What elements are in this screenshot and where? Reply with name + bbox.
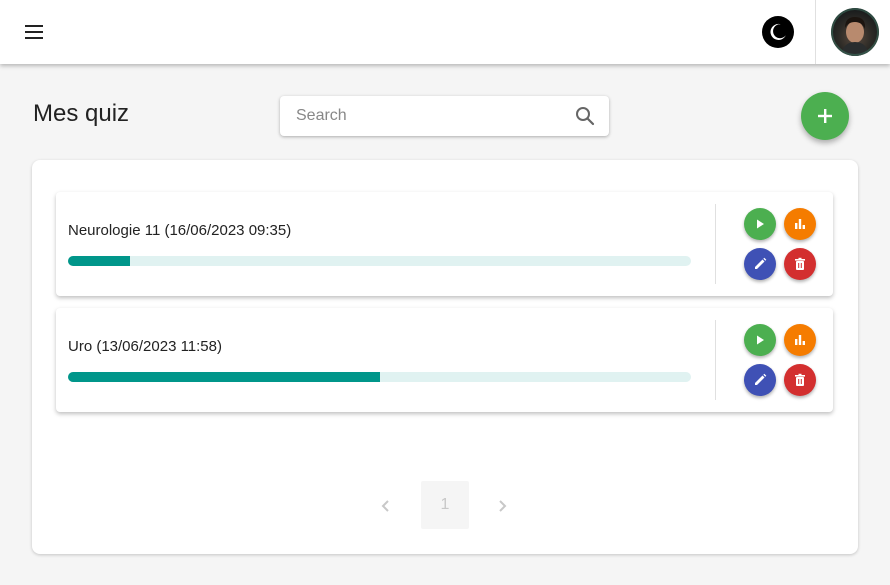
quiz-progress-bar [68,372,691,382]
quiz-title: Uro (13/06/2023 11:58) [68,338,222,355]
edit-button[interactable] [744,248,776,280]
play-icon [757,335,764,345]
bar-chart-icon [795,219,805,229]
pencil-icon [755,257,767,269]
delete-button[interactable] [784,364,816,396]
search-input[interactable] [296,96,566,136]
quiz-list-panel: Neurologie 11 (16/06/2023 09:35) Uro (13… [32,160,858,554]
plus-icon [818,109,832,123]
page-title: Mes quiz [33,100,130,127]
pagination-page-1[interactable]: 1 [421,481,469,529]
quiz-card: Neurologie 11 (16/06/2023 09:35) [56,192,833,296]
pagination-prev-button[interactable] [374,494,398,518]
moon-icon [770,23,786,40]
edit-button[interactable] [744,364,776,396]
top-app-bar [0,0,890,64]
menu-icon [25,25,43,27]
stats-button[interactable] [784,324,816,356]
trash-icon [795,373,805,386]
user-avatar-icon [831,8,879,56]
card-divider [715,204,716,284]
quiz-card: Uro (13/06/2023 11:58) [56,308,833,412]
add-quiz-button[interactable] [801,92,849,140]
bar-chart-icon [795,335,805,345]
stats-button[interactable] [784,208,816,240]
delete-button[interactable] [784,248,816,280]
menu-button[interactable] [22,22,46,42]
avatar[interactable] [831,8,879,56]
trash-icon [795,257,805,270]
quiz-progress-fill [68,372,380,382]
search-box [280,96,609,136]
pencil-icon [755,373,767,385]
chevron-left-icon [381,500,389,512]
topbar-divider [815,0,816,64]
chevron-right-icon [499,500,507,512]
card-divider [715,320,716,400]
play-button[interactable] [744,208,776,240]
quiz-progress-bar [68,256,691,266]
play-button[interactable] [744,324,776,356]
play-icon [757,219,764,229]
search-icon[interactable] [575,106,595,126]
quiz-title: Neurologie 11 (16/06/2023 09:35) [68,222,292,239]
pagination-next-button[interactable] [490,494,514,518]
quiz-progress-fill [68,256,131,266]
theme-toggle-button[interactable] [762,16,794,48]
